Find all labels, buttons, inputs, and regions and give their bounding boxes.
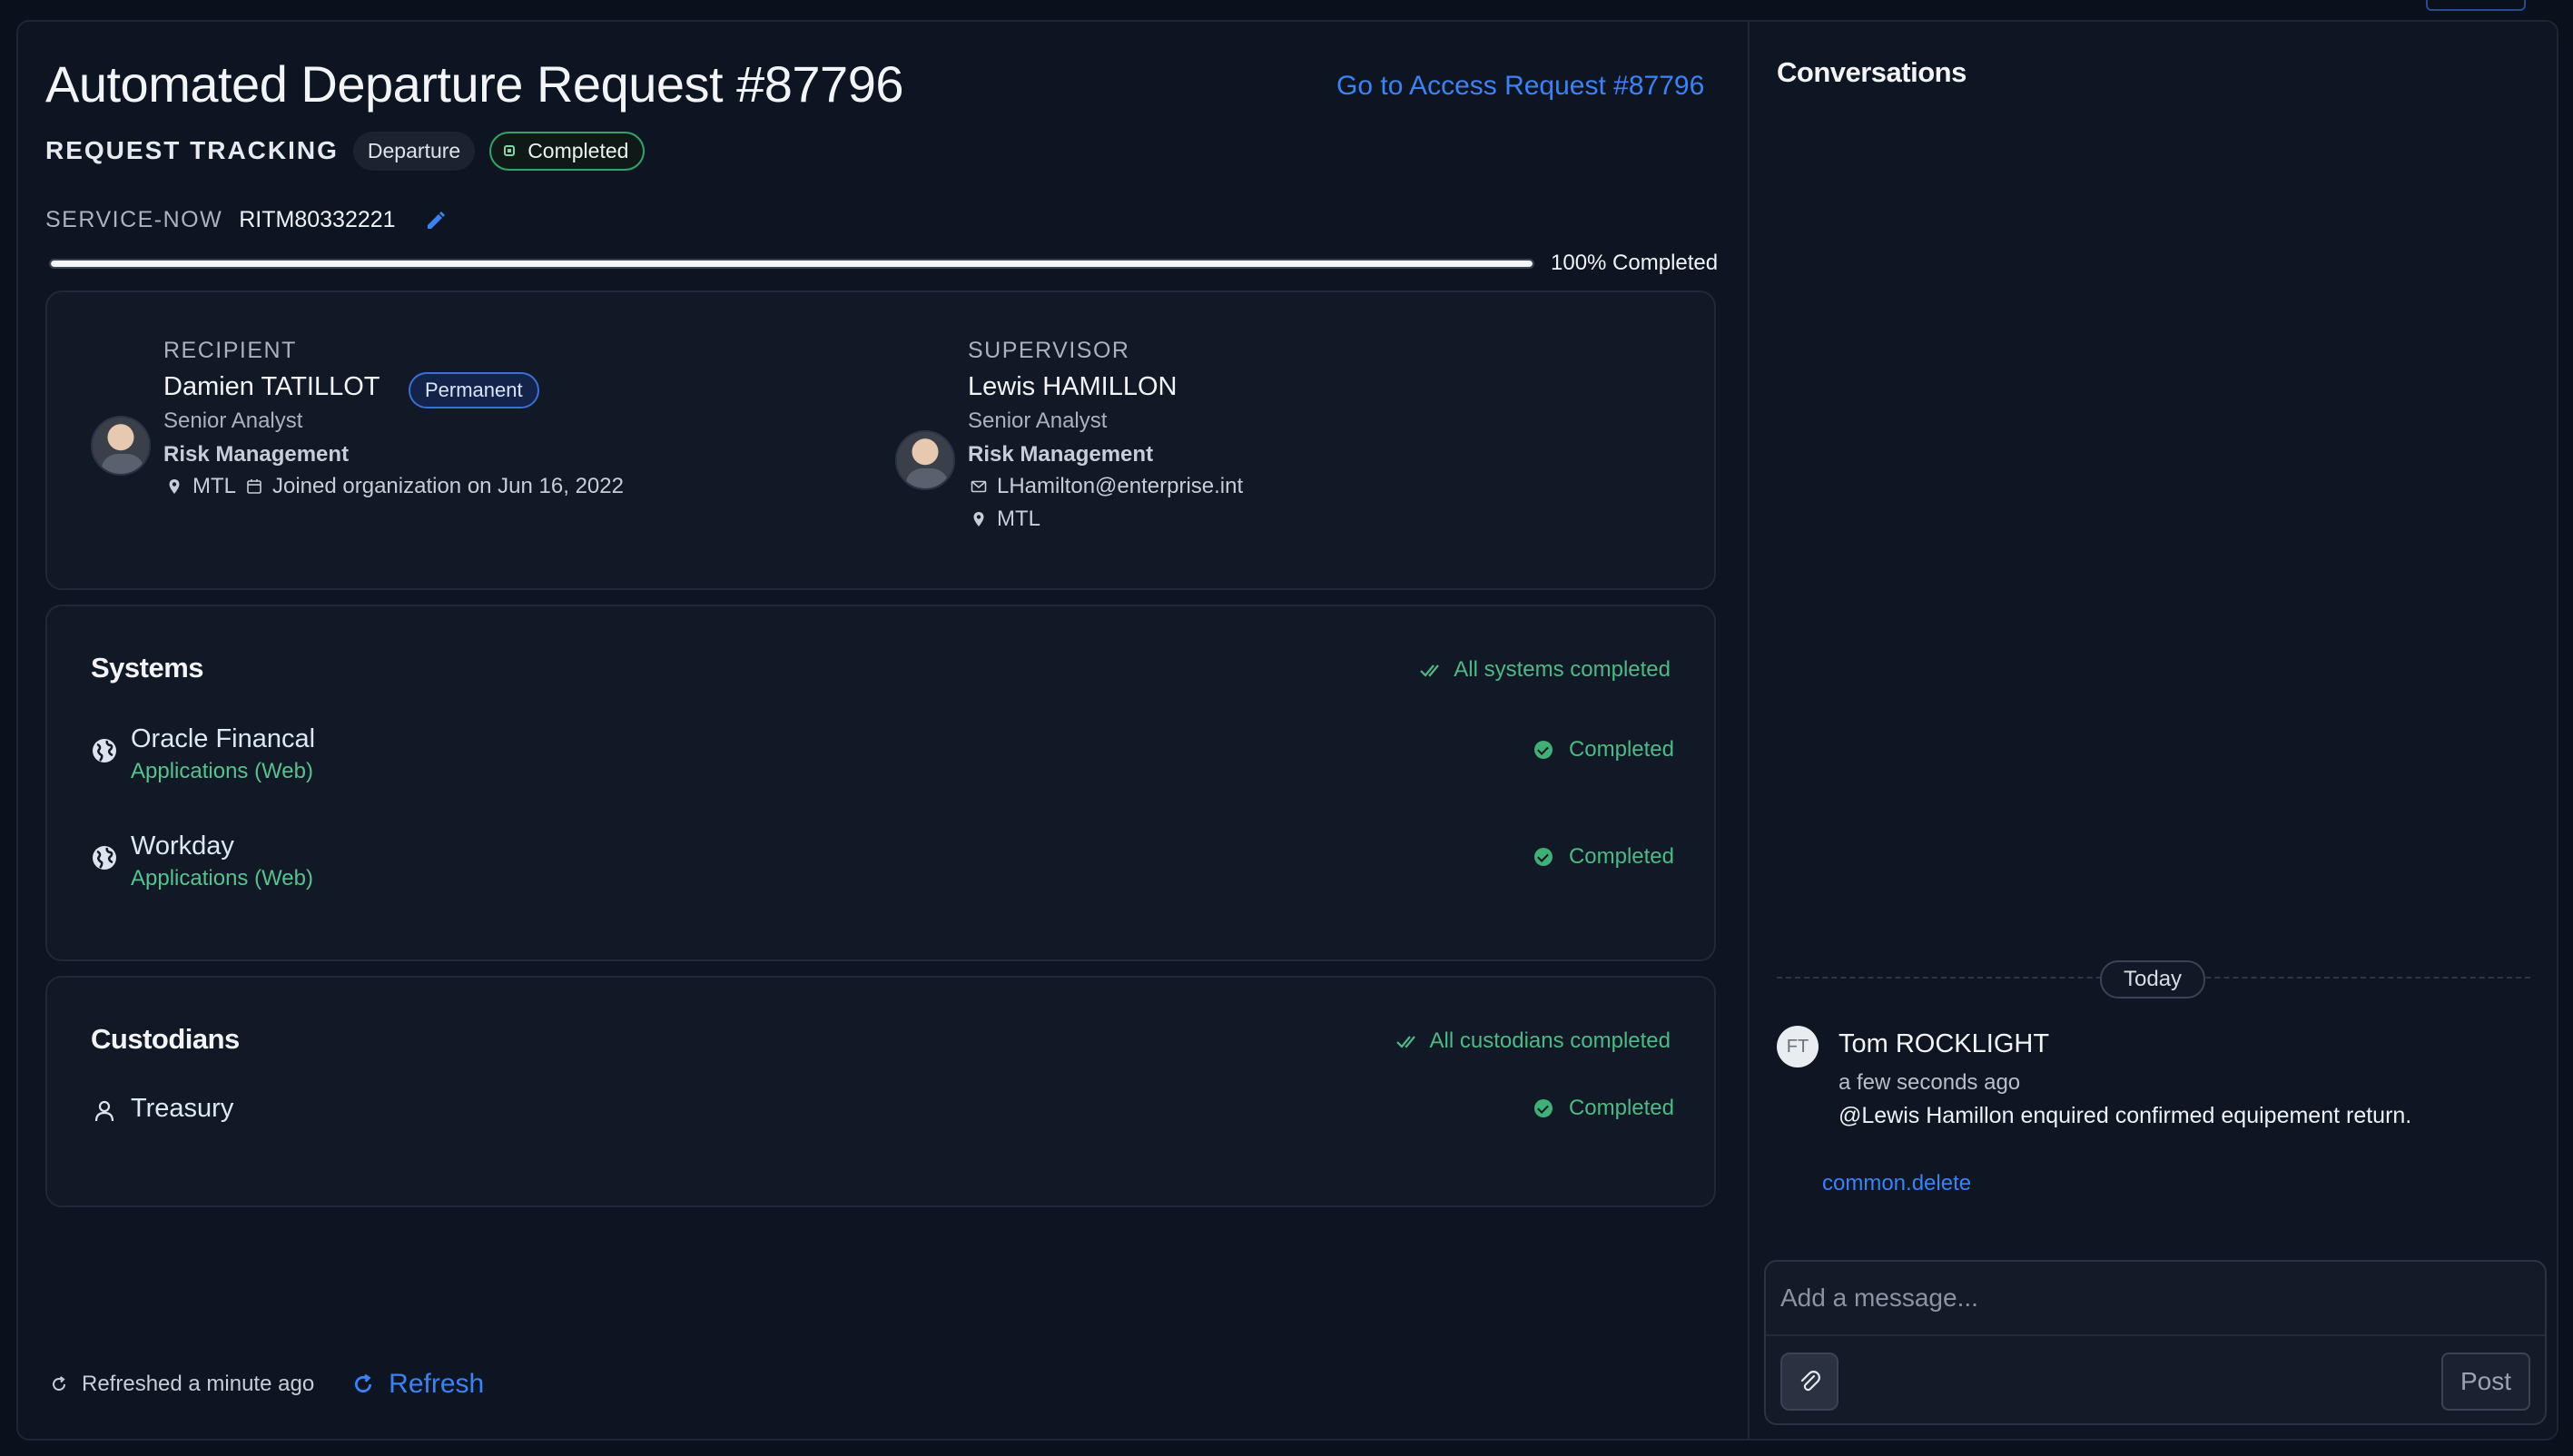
progress-bar: [49, 259, 1534, 269]
message-time: a few seconds ago: [1839, 1070, 2021, 1095]
status-badge: Completed: [489, 131, 646, 171]
recipient-meta: MTL Joined organization on Jun 16, 2022: [165, 474, 624, 499]
double-check-icon: [1395, 1036, 1415, 1048]
recipient-department: Risk Management: [163, 442, 350, 467]
globe-icon: [93, 739, 116, 762]
people-card: RECIPIENT Damien TATILLOT Permanent Seni…: [45, 290, 1716, 590]
supervisor-name: Lewis HAMILLON: [968, 372, 1178, 401]
pencil-icon[interactable]: [425, 210, 447, 231]
custodian-status-label: Completed: [1568, 1096, 1674, 1120]
double-check-icon: [1420, 664, 1440, 677]
request-panel: Automated Departure Request #87796 Go to…: [16, 20, 2558, 1441]
system-name: Oracle Financal: [131, 724, 316, 753]
custodian-name: Treasury: [131, 1094, 234, 1123]
conversations-panel: Conversations Today FT Tom ROCKLIGHT a f…: [1748, 22, 2557, 1439]
systems-title: Systems: [91, 652, 204, 684]
custodian-status: Completed: [1533, 1096, 1674, 1121]
mail-icon: [971, 480, 987, 493]
system-status: Completed: [1533, 737, 1674, 762]
status-badge-label: Completed: [527, 138, 629, 162]
system-type: Applications (Web): [131, 866, 313, 890]
delete-message-link[interactable]: common.delete: [1822, 1171, 1971, 1196]
check-circle-icon: [1533, 741, 1553, 759]
custodians-status-label: All custodians completed: [1429, 1028, 1671, 1053]
recipient-title: Senior Analyst: [163, 408, 303, 433]
user-icon: [94, 1100, 114, 1122]
systems-status: All systems completed: [1419, 657, 1671, 683]
employment-badge: Permanent: [409, 372, 539, 408]
service-now-label: SERVICE-NOW: [45, 207, 223, 232]
avatar: FT: [1777, 1026, 1819, 1067]
check-circle-icon: [1533, 848, 1553, 866]
supervisor-email-row: LHamilton@enterprise.int: [970, 474, 1243, 499]
supervisor-avatar: [895, 430, 955, 490]
system-status-label: Completed: [1568, 737, 1674, 762]
message-author: Tom ROCKLIGHT: [1839, 1029, 2050, 1058]
request-details: Automated Departure Request #87796 Go to…: [18, 22, 1748, 1439]
refresh-icon: [355, 1373, 372, 1392]
system-row[interactable]: Oracle Financal Applications (Web) Compl…: [91, 724, 1674, 797]
date-divider-label: Today: [2100, 960, 2206, 999]
system-status: Completed: [1533, 844, 1674, 870]
custodians-title: Custodians: [91, 1023, 240, 1055]
system-type: Applications (Web): [131, 759, 313, 783]
custodians-card: Custodians All custodians completed Trea…: [45, 976, 1716, 1207]
progress-label: 100% Completed: [1551, 251, 1719, 275]
refreshed-text: Refreshed a minute ago: [82, 1372, 315, 1396]
tracking-label: REQUEST TRACKING: [45, 136, 339, 164]
refresh-button[interactable]: Refresh: [350, 1369, 484, 1400]
location-pin-icon: [973, 512, 984, 526]
check-circle-icon: [1533, 1099, 1553, 1117]
supervisor-title: Senior Analyst: [968, 408, 1108, 433]
system-row[interactable]: Workday Applications (Web) Completed: [91, 831, 1674, 904]
recipient-location: MTL: [192, 474, 236, 498]
supervisor-email[interactable]: LHamilton@enterprise.int: [997, 474, 1243, 499]
recipient-name: Damien TATILLOT: [163, 372, 380, 401]
recipient-role: RECIPIENT: [163, 338, 297, 363]
systems-card: Systems All systems completed Oracle Fin…: [45, 605, 1716, 961]
top-corner-button[interactable]: [2426, 0, 2526, 11]
access-request-link[interactable]: Go to Access Request #87796: [1336, 71, 1704, 102]
supervisor-department: Risk Management: [968, 442, 1154, 467]
status-square-icon: [504, 145, 516, 156]
refresh-small-icon: [53, 1376, 65, 1391]
custodians-status: All custodians completed: [1395, 1028, 1671, 1054]
supervisor-location: MTL: [997, 507, 1040, 531]
paperclip-icon: [1800, 1371, 1820, 1392]
recipient-joined: Joined organization on Jun 16, 2022: [272, 474, 624, 498]
systems-status-label: All systems completed: [1454, 657, 1671, 682]
calendar-icon: [247, 479, 261, 494]
message-text: @Lewis Hamillon enquired confirmed equip…: [1839, 1103, 2412, 1128]
globe-icon: [93, 846, 116, 870]
post-button[interactable]: Post: [2441, 1353, 2530, 1411]
location-pin-icon: [169, 479, 180, 494]
conversations-title: Conversations: [1777, 56, 1967, 88]
service-now-row: SERVICE-NOW RITM80332221: [45, 207, 447, 233]
custodian-row[interactable]: Treasury Completed: [91, 1094, 1674, 1166]
supervisor-role: SUPERVISOR: [968, 338, 1130, 363]
request-tracking-row: REQUEST TRACKING Departure Completed: [45, 131, 646, 171]
type-chip: Departure: [352, 131, 476, 171]
service-now-value: RITM80332221: [239, 207, 396, 232]
page-title: Automated Departure Request #87796: [45, 55, 903, 113]
message-input[interactable]: [1766, 1262, 2545, 1336]
message-composer: Post: [1764, 1260, 2547, 1425]
refresh-button-label: Refresh: [389, 1369, 485, 1399]
refresh-row: Refreshed a minute ago Refresh: [49, 1369, 484, 1400]
progress-fill: [51, 261, 1533, 267]
attach-button[interactable]: [1780, 1353, 1839, 1411]
recipient-avatar: [91, 416, 151, 476]
system-status-label: Completed: [1568, 844, 1674, 869]
supervisor-location-row: MTL: [970, 507, 1040, 532]
system-name: Workday: [131, 831, 234, 861]
